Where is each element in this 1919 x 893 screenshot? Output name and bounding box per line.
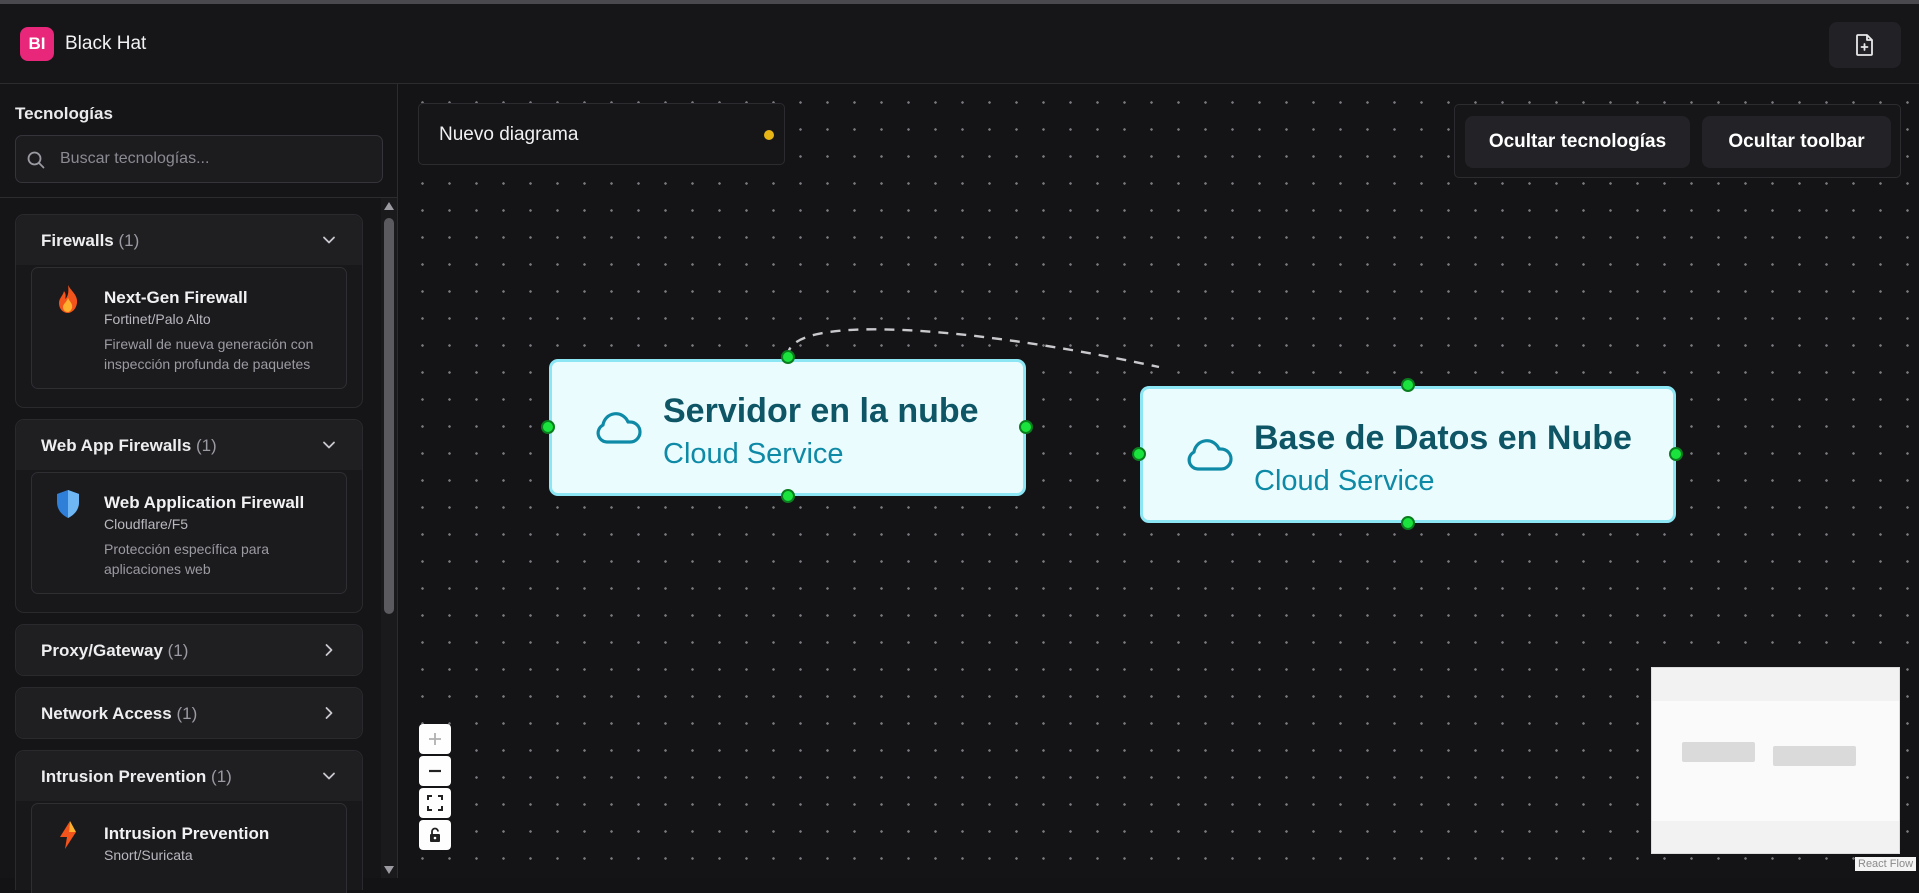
tech-item-vendor: Fortinet/Palo Alto [104,311,211,327]
category-intrusion-prevention: Intrusion Prevention (1) Intrusion Preve… [15,750,363,893]
chevron-down-icon [323,236,335,244]
tech-item[interactable]: Next-Gen Firewall Fortinet/Palo Alto Fir… [31,267,347,389]
node-handle-bottom[interactable] [1401,516,1415,530]
node-title: Servidor en la nube [663,392,979,430]
unlock-icon [430,827,440,842]
app-name: Black Hat [65,33,147,54]
node-handle-left[interactable] [541,420,555,434]
category-header-proxy-gateway[interactable]: Proxy/Gateway (1) [16,625,362,675]
category-count: (1) [195,436,217,455]
node-handle-left[interactable] [1132,447,1146,461]
minus-icon [429,769,441,773]
sidebar-divider [0,197,397,198]
lock-button[interactable] [419,820,451,850]
diagram-canvas[interactable]: Nuevo diagrama Ocultar tecnologías Ocult… [399,84,1919,878]
tech-item-name: Next-Gen Firewall [104,288,248,307]
node-handle-top[interactable] [781,350,795,364]
hide-technologies-button[interactable]: Ocultar tecnologías [1465,116,1690,168]
fit-view-button[interactable] [419,788,451,818]
minimap-node [1682,742,1755,762]
category-firewalls: Firewalls (1) Next-Gen Firewall Fortinet… [15,214,363,408]
category-label: Intrusion Prevention (1) [41,767,232,787]
tech-item[interactable]: Intrusion Prevention Snort/Suricata [31,803,347,893]
tech-item-vendor: Cloudflare/F5 [104,516,189,532]
node-cloud-database[interactable]: Base de Datos en Nube Cloud Service [1140,386,1676,523]
minimap[interactable] [1651,667,1900,854]
chevron-down-icon [323,772,335,780]
node-handle-top[interactable] [1401,378,1415,392]
app-header: BI Black Hat [0,4,1919,84]
category-name: Intrusion Prevention [41,767,207,786]
node-subtitle: Cloud Service [1254,465,1435,497]
sidebar-title: Tecnologías [15,104,113,123]
category-proxy-gateway: Proxy/Gateway (1) [15,624,363,676]
search-input[interactable] [60,136,370,182]
diagram-name[interactable]: Nuevo diagrama [439,124,578,146]
tech-item-description: Protección específica para aplicaciones … [104,541,269,577]
category-name: Web App Firewalls [41,436,192,455]
category-header-network-access[interactable]: Network Access (1) [16,688,362,738]
category-label: Proxy/Gateway (1) [41,641,188,661]
chevron-right-icon [325,707,333,719]
scroll-up-arrow-icon[interactable] [384,202,394,210]
node-handle-right[interactable] [1669,447,1683,461]
shield-icon [57,490,79,518]
fit-view-icon [427,795,443,811]
node-handle-bottom[interactable] [781,489,795,503]
category-label: Web App Firewalls (1) [41,436,217,456]
zoom-in-button[interactable] [419,724,451,754]
category-label: Network Access (1) [41,704,197,724]
plus-icon [429,733,441,745]
category-name: Proxy/Gateway [41,641,163,660]
search-box [15,135,383,183]
cloud-icon [596,412,642,444]
node-handle-right[interactable] [1019,420,1033,434]
category-web-app-firewalls: Web App Firewalls (1) Web Application Fi… [15,419,363,613]
file-plus-icon [1856,34,1873,56]
new-file-button[interactable] [1829,22,1901,68]
tech-item-name: Web Application Firewall [104,493,305,512]
zoom-out-button[interactable] [419,756,451,786]
chevron-right-icon [325,644,333,656]
search-icon [27,151,45,169]
scrollbar-thumb[interactable] [384,218,394,614]
unsaved-indicator [764,130,774,140]
sidebar-scrollbar[interactable] [381,198,397,878]
category-header-web-app-firewalls[interactable]: Web App Firewalls (1) [16,420,362,470]
node-title: Base de Datos en Nube [1254,419,1632,457]
react-flow-attribution[interactable]: React Flow [1855,857,1917,871]
scroll-down-arrow-icon[interactable] [384,866,394,874]
fire-icon [59,285,78,313]
category-header-firewalls[interactable]: Firewalls (1) [16,215,362,265]
node-cloud-server[interactable]: Servidor en la nube Cloud Service [549,359,1026,496]
chevron-down-icon [323,441,335,449]
hide-toolbar-button[interactable]: Ocultar toolbar [1702,116,1891,168]
tech-item-description: Firewall de nueva generación con inspecc… [104,336,314,372]
tech-item-name: Intrusion Prevention [104,824,270,843]
app-logo: BI [20,27,54,61]
node-subtitle: Cloud Service [663,438,844,470]
category-network-access: Network Access (1) [15,687,363,739]
tech-item[interactable]: Web Application Firewall Cloudflare/F5 P… [31,472,347,594]
category-count: (1) [176,704,198,723]
category-label: Firewalls (1) [41,231,139,251]
diagram-title-panel: Nuevo diagrama [418,103,785,165]
category-count: (1) [167,641,189,660]
minimap-node [1773,746,1856,766]
category-header-intrusion-prevention[interactable]: Intrusion Prevention (1) [16,751,362,801]
tech-item-vendor: Snort/Suricata [104,847,193,863]
cloud-icon [1187,439,1233,471]
technologies-sidebar: Tecnologías Firewalls (1) Next-Gen Firew… [0,84,398,893]
canvas-toolbar: Ocultar tecnologías Ocultar toolbar [1454,104,1901,178]
category-count: (1) [211,767,232,786]
category-name: Firewalls [41,231,114,250]
category-count: (1) [118,231,140,250]
lightning-icon [60,821,76,849]
category-name: Network Access [41,704,172,723]
